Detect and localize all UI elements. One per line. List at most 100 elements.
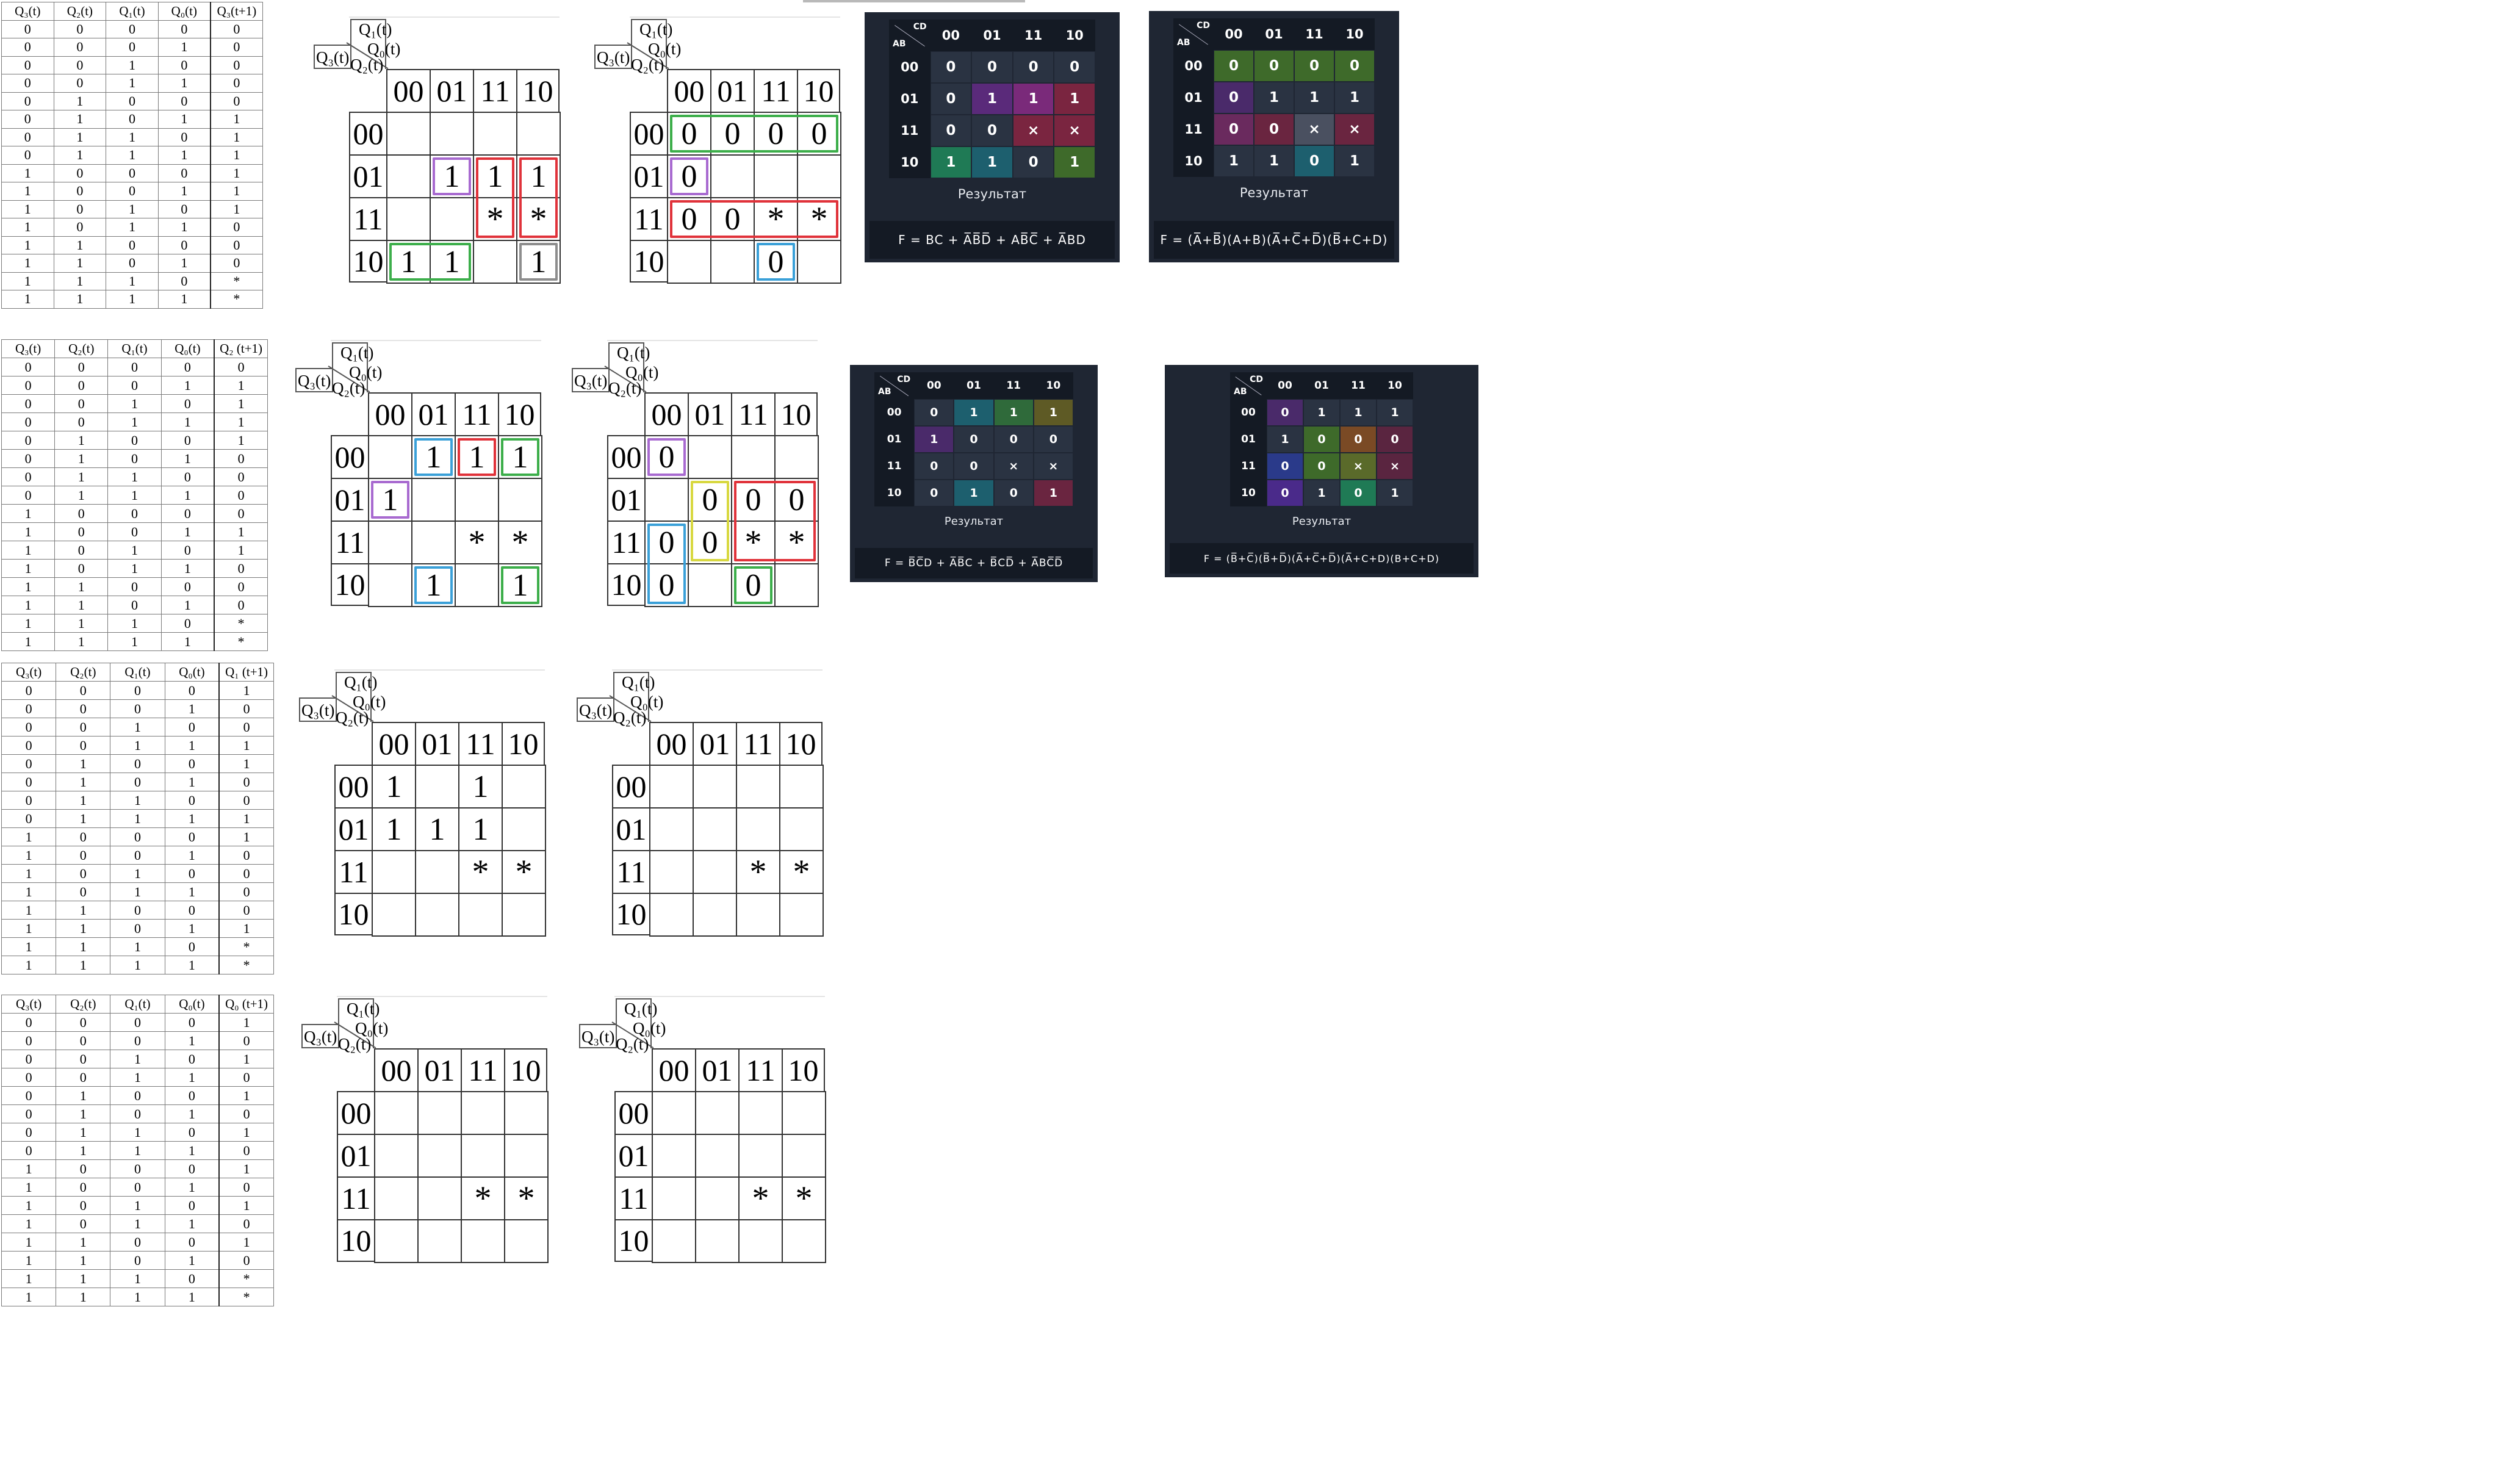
kmap-cell[interactable]: 0 <box>1267 453 1303 480</box>
table-cell: 0 <box>53 218 107 237</box>
kmap-cell[interactable]: 1 <box>1214 145 1254 177</box>
kmap-cell[interactable]: 1 <box>1303 399 1340 426</box>
kmap-cell[interactable]: 1 <box>993 399 1034 426</box>
table-cell: 1 <box>164 1251 220 1270</box>
kmap-cell[interactable]: × <box>1340 453 1377 480</box>
kmap-cell <box>779 765 824 809</box>
kmap-cell[interactable]: 0 <box>1294 50 1334 82</box>
kmap-cell[interactable]: × <box>993 453 1034 480</box>
corner-label-cd: CD <box>1250 375 1263 384</box>
kmap-cell[interactable]: 0 <box>1303 453 1340 480</box>
kmap-cell[interactable]: 0 <box>1334 50 1375 82</box>
kmap-cell[interactable]: 1 <box>914 426 954 453</box>
kmap-cell[interactable]: 1 <box>1054 146 1095 178</box>
kmap-cell[interactable]: 0 <box>1267 480 1303 506</box>
truth-table-header-cell: Q₀(t) <box>164 663 220 682</box>
kmap-cell <box>649 765 694 809</box>
table-cell: 0 <box>1 146 54 165</box>
kmap-cell[interactable]: 0 <box>1214 82 1254 113</box>
table-row: 00001 <box>1 1013 274 1032</box>
kmap-cell[interactable]: 0 <box>1254 113 1294 145</box>
kmap-cell[interactable]: 0 <box>930 83 972 115</box>
kmap-cell[interactable]: × <box>1012 115 1054 146</box>
kmap-cell[interactable]: 0 <box>1340 426 1377 453</box>
kmap-cell[interactable]: 0 <box>914 399 954 426</box>
kmap-cell[interactable]: 1 <box>1267 426 1303 453</box>
kmap-cell[interactable]: 1 <box>971 83 1013 115</box>
kmap-cell[interactable]: × <box>1033 453 1073 480</box>
kmap-cell[interactable]: 0 <box>1012 146 1054 178</box>
kmap-cell[interactable]: 1 <box>1340 399 1377 426</box>
table-cell: 0 <box>54 541 109 560</box>
kmap-column-header: 00 <box>667 69 710 112</box>
kmap-cell <box>473 240 517 284</box>
table-row: 01001 <box>1 431 268 450</box>
kmap-cell[interactable]: 1 <box>1012 83 1054 115</box>
kmap-row-header: 11 <box>337 1176 374 1219</box>
table-cell: 0 <box>110 1251 165 1270</box>
table-cell: 1 <box>164 1068 220 1087</box>
table-row: 10101 <box>1 1196 274 1215</box>
kmap-cell[interactable]: 1 <box>1334 82 1375 113</box>
kmap-cell[interactable]: 0 <box>1054 51 1095 83</box>
table-cell: 1 <box>214 431 268 450</box>
kmap-cell[interactable]: 1 <box>930 146 972 178</box>
kmap-cell[interactable]: 0 <box>1377 426 1413 453</box>
kmap-cell[interactable]: 0 <box>993 480 1034 506</box>
table-cell: 0 <box>1 467 56 486</box>
kmap-cell[interactable]: 0 <box>954 453 994 480</box>
kmap-cell[interactable]: 0 <box>930 51 972 83</box>
kmap-cell[interactable]: 1 <box>1033 399 1073 426</box>
kmap-cell[interactable]: 0 <box>954 426 994 453</box>
kmap-cell: 1 <box>372 807 416 851</box>
table-cell: 0 <box>1 1141 57 1160</box>
kmap-cell[interactable]: 1 <box>1294 82 1334 113</box>
kmap-cell[interactable]: 1 <box>1377 399 1413 426</box>
kmap-cell[interactable]: 1 <box>971 146 1013 178</box>
table-cell: 1 <box>214 394 268 413</box>
kmap-row-header: 01 <box>334 807 372 850</box>
kmap-cell[interactable]: × <box>1377 453 1413 480</box>
kmap-cell[interactable]: 0 <box>1254 50 1294 82</box>
table-row: 1 1 1 0 * <box>1 614 268 633</box>
kmap-cell[interactable]: 0 <box>1214 113 1254 145</box>
kmap-cell[interactable]: 0 <box>914 480 954 506</box>
kmap-cell[interactable]: 1 <box>1033 480 1073 506</box>
table-cell: 0 <box>106 182 159 201</box>
kmap-cell[interactable]: 0 <box>1294 145 1334 177</box>
kmap-cell[interactable]: 0 <box>1214 50 1254 82</box>
kmap-cell[interactable]: 0 <box>1340 480 1377 506</box>
kmap-cell[interactable]: × <box>1054 115 1095 146</box>
kmap-cell[interactable]: 0 <box>993 426 1034 453</box>
kmap-variable-label: Q₁(t) <box>347 1000 380 1018</box>
kmap-cell[interactable]: 0 <box>930 115 972 146</box>
kmap-row-header: 11 <box>630 197 667 240</box>
kmap-cell[interactable]: 0 <box>914 453 954 480</box>
kmap-cell[interactable]: 1 <box>1054 83 1095 115</box>
kmap-cell[interactable]: 0 <box>1267 399 1303 426</box>
table-row: 00101 <box>1 394 268 413</box>
kmap-cell[interactable]: 1 <box>1377 480 1413 506</box>
kmap-corner-labels: Q₁(t) Q₀(t) Q₃(t) Q₂(t) <box>294 995 388 1053</box>
kmap-cell[interactable]: 1 <box>1303 480 1340 506</box>
kmap-cell[interactable]: 1 <box>1334 145 1375 177</box>
kmap-cell[interactable]: 0 <box>1012 51 1054 83</box>
kmap-cell[interactable]: 1 <box>1254 145 1294 177</box>
table-cell: 0 <box>164 681 220 700</box>
table-cell: 0 <box>53 200 107 218</box>
kmap-cell[interactable]: 0 <box>1303 426 1340 453</box>
kmap-cell[interactable]: 0 <box>1033 426 1073 453</box>
table-cell: 1 <box>164 956 220 974</box>
kmap-cell[interactable]: 1 <box>954 480 994 506</box>
table-cell: 1 <box>56 809 111 828</box>
table-row: 00010 <box>1 699 274 718</box>
kmap-cell[interactable]: 0 <box>971 115 1013 146</box>
table-cell: 0 <box>106 20 159 38</box>
table-cell: 0 <box>56 1013 111 1032</box>
kmap-cell[interactable]: 1 <box>1254 82 1294 113</box>
kmap-cell[interactable]: × <box>1294 113 1334 145</box>
kmap-cell: 0 <box>667 154 711 198</box>
kmap-cell[interactable]: 0 <box>971 51 1013 83</box>
kmap-cell[interactable]: × <box>1334 113 1375 145</box>
kmap-cell[interactable]: 1 <box>954 399 994 426</box>
